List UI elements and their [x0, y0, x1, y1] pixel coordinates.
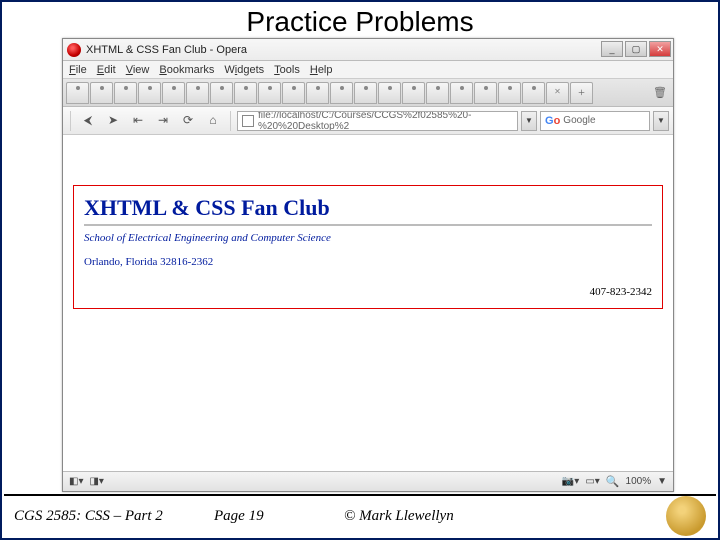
opera-icon [67, 43, 81, 57]
minimize-button[interactable]: _ [601, 41, 623, 57]
zoom-dropdown[interactable]: ▼ [657, 476, 667, 487]
url-text: file://localhost/C:/Courses/CCGS%2f02585… [258, 111, 513, 131]
fastforward-button[interactable]: ⇥ [152, 110, 174, 132]
address: Orlando, Florida 32816-2362 [84, 256, 652, 268]
google-icon: Go [545, 115, 560, 127]
tab[interactable] [258, 82, 281, 104]
fit-icon[interactable]: ▭▾ [585, 476, 599, 487]
tab[interactable] [210, 82, 233, 104]
status-icon: ◧▾ [69, 476, 83, 487]
maximize-button[interactable]: ▢ [625, 41, 647, 57]
home-button[interactable]: ⌂ [202, 110, 224, 132]
search-box[interactable]: Go Google [540, 111, 650, 131]
page-icon [242, 115, 254, 127]
tab[interactable] [498, 82, 521, 104]
tab[interactable] [234, 82, 257, 104]
tab[interactable] [90, 82, 113, 104]
slide-title: Practice Problems [2, 2, 718, 40]
footer-course: CGS 2585: CSS – Part 2 [14, 508, 214, 525]
back-button[interactable]: ⮜ [77, 110, 99, 132]
reload-button[interactable]: ⟳ [177, 110, 199, 132]
tab[interactable] [450, 82, 473, 104]
address-bar[interactable]: file://localhost/C:/Courses/CCGS%2f02585… [237, 111, 518, 131]
page-content: XHTML & CSS Fan Club School of Electrica… [63, 135, 673, 471]
tab[interactable] [66, 82, 89, 104]
tab[interactable] [114, 82, 137, 104]
forward-button[interactable]: ➤ [102, 110, 124, 132]
content-box: XHTML & CSS Fan Club School of Electrica… [73, 185, 663, 309]
statusbar: ◧▾ ◨▾ 📷▾ ▭▾ 🔍 100% ▼ [63, 471, 673, 491]
menu-tools[interactable]: Tools [274, 64, 300, 76]
ucf-logo [666, 496, 706, 536]
window-title: XHTML & CSS Fan Club - Opera [86, 44, 247, 56]
separator [70, 111, 71, 131]
tab[interactable] [306, 82, 329, 104]
menu-widgets[interactable]: Widgets [224, 64, 264, 76]
slide-footer: CGS 2585: CSS – Part 2 Page 19 © Mark Ll… [4, 494, 716, 536]
tab[interactable] [378, 82, 401, 104]
tab[interactable] [162, 82, 185, 104]
navigation-toolbar: ⮜ ➤ ⇤ ⇥ ⟳ ⌂ file://localhost/C:/Courses/… [63, 107, 673, 135]
tabstrip: 🗑 [63, 79, 673, 107]
search-placeholder: Google [563, 115, 595, 126]
footer-page: Page 19 [214, 508, 344, 525]
tab[interactable] [330, 82, 353, 104]
view-icon[interactable]: 📷▾ [562, 476, 579, 487]
rewind-button[interactable]: ⇤ [127, 110, 149, 132]
tab[interactable] [522, 82, 545, 104]
tab[interactable] [138, 82, 161, 104]
search-dropdown[interactable]: ▼ [653, 111, 669, 131]
close-button[interactable]: ✕ [649, 41, 671, 57]
new-tab-button[interactable] [570, 82, 593, 104]
tab[interactable] [402, 82, 425, 104]
slide-container: Practice Problems XHTML & CSS Fan Club -… [0, 0, 720, 540]
titlebar: XHTML & CSS Fan Club - Opera _ ▢ ✕ [63, 39, 673, 61]
zoom-icon[interactable]: 🔍 [606, 475, 620, 488]
tab[interactable] [186, 82, 209, 104]
menu-help[interactable]: Help [310, 64, 333, 76]
footer-copyright: © Mark Llewellyn [344, 508, 666, 525]
status-icon: ◨▾ [89, 476, 103, 487]
separator [230, 111, 231, 131]
tab[interactable] [474, 82, 497, 104]
menu-bookmarks[interactable]: Bookmarks [159, 64, 214, 76]
trash-icon[interactable]: 🗑 [650, 83, 670, 103]
zoom-level: 100% [626, 476, 652, 487]
tab-close[interactable] [546, 82, 569, 104]
tab[interactable] [426, 82, 449, 104]
tab[interactable] [282, 82, 305, 104]
tab[interactable] [354, 82, 377, 104]
window-controls: _ ▢ ✕ [601, 41, 671, 57]
browser-window: XHTML & CSS Fan Club - Opera _ ▢ ✕ File … [62, 38, 674, 492]
phone: 407-823-2342 [84, 286, 652, 298]
url-dropdown[interactable]: ▼ [521, 111, 537, 131]
school-name: School of Electrical Engineering and Com… [84, 232, 652, 244]
menu-file[interactable]: File [69, 64, 87, 76]
menubar: File Edit View Bookmarks Widgets Tools H… [63, 61, 673, 79]
menu-edit[interactable]: Edit [97, 64, 116, 76]
page-heading: XHTML & CSS Fan Club [84, 192, 652, 226]
menu-view[interactable]: View [126, 64, 150, 76]
